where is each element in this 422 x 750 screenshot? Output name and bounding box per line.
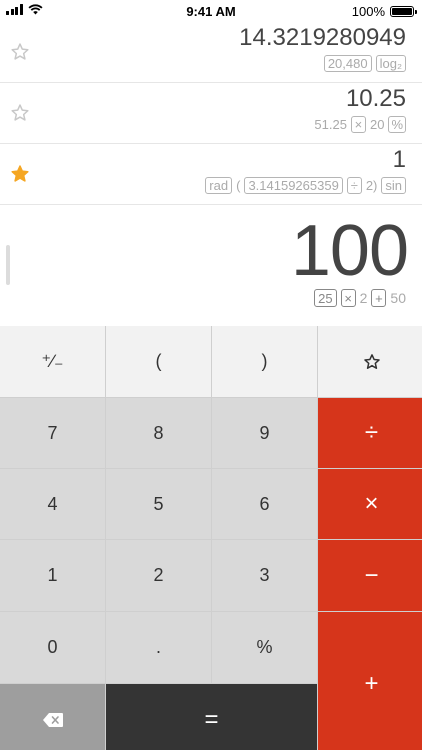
history-expression: 51.25 × 20% bbox=[314, 116, 406, 133]
expression-text: ( bbox=[236, 178, 241, 193]
expression-operator: ÷ bbox=[346, 177, 362, 194]
drag-handle[interactable] bbox=[6, 245, 10, 285]
expression-operator: × bbox=[340, 289, 356, 307]
equals-button[interactable]: = bbox=[106, 684, 317, 750]
current-value: 100 bbox=[290, 211, 409, 291]
battery-percent: 100% bbox=[351, 4, 385, 19]
minus-button[interactable]: − bbox=[318, 540, 422, 611]
current-expression: 25 × 2 +50 bbox=[314, 289, 406, 307]
expression-text: 51.25 bbox=[314, 117, 347, 132]
expression-text: 50 bbox=[390, 290, 406, 306]
close-paren-button[interactable]: ) bbox=[212, 326, 317, 397]
key-4[interactable]: 4 bbox=[0, 469, 105, 539]
expression-text: 2) bbox=[365, 178, 378, 193]
backspace-icon bbox=[42, 712, 63, 727]
decimal-button[interactable]: . bbox=[106, 612, 211, 683]
backspace-button[interactable] bbox=[0, 684, 105, 750]
history-result: 14.3219280949 bbox=[239, 24, 406, 51]
expression-operand: rad bbox=[205, 177, 233, 194]
star-filled-icon[interactable] bbox=[10, 164, 30, 184]
key-0[interactable]: 0 bbox=[0, 612, 105, 683]
divide-button[interactable]: ÷ bbox=[318, 398, 422, 468]
key-6[interactable]: 6 bbox=[212, 469, 317, 539]
history-expression: rad(3.14159265359 ÷ 2) sin bbox=[205, 177, 406, 194]
star-outline-icon[interactable] bbox=[10, 42, 30, 62]
battery-icon bbox=[390, 6, 417, 17]
history-result: 1 bbox=[392, 146, 406, 173]
expression-operator: % bbox=[388, 116, 406, 133]
star-outline-icon[interactable] bbox=[10, 103, 30, 123]
open-paren-button[interactable]: ( bbox=[106, 326, 211, 397]
expression-text: 2 bbox=[359, 290, 368, 306]
favorite-button[interactable] bbox=[318, 326, 422, 397]
history-expression: 20,480 log₂ bbox=[323, 55, 406, 72]
expression-operand: log₂ bbox=[375, 55, 406, 72]
key-3[interactable]: 3 bbox=[212, 540, 317, 611]
expression-text: 20 bbox=[369, 117, 385, 132]
multiply-button[interactable]: × bbox=[318, 469, 422, 539]
history-row[interactable]: 10.25 51.25 × 20% bbox=[0, 83, 422, 144]
expression-operand: 3.14159265359 bbox=[244, 177, 343, 194]
keypad: ⁺∕₋ ( ) 7 8 9 ÷ 4 5 6 × 1 2 3 − 0 . % + … bbox=[0, 326, 422, 750]
percent-button[interactable]: % bbox=[212, 612, 317, 683]
expression-operand: 25 bbox=[314, 289, 337, 307]
expression-operator: + bbox=[371, 289, 387, 307]
key-7[interactable]: 7 bbox=[0, 398, 105, 468]
negate-button[interactable]: ⁺∕₋ bbox=[0, 326, 105, 397]
history-row[interactable]: 14.3219280949 20,480 log₂ bbox=[0, 22, 422, 83]
current-display: 100 25 × 2 +50 bbox=[0, 205, 422, 325]
key-8[interactable]: 8 bbox=[106, 398, 211, 468]
status-bar: 9:41 AM 100% bbox=[0, 0, 422, 22]
key-5[interactable]: 5 bbox=[106, 469, 211, 539]
plus-button[interactable]: + bbox=[318, 612, 422, 750]
key-2[interactable]: 2 bbox=[106, 540, 211, 611]
expression-operator: × bbox=[350, 116, 366, 133]
key-9[interactable]: 9 bbox=[212, 398, 317, 468]
history-list: 14.3219280949 20,480 log₂ 10.25 51.25 × 20% 1 ra… bbox=[0, 22, 422, 205]
history-row[interactable]: 1 rad(3.14159265359 ÷ 2) sin bbox=[0, 144, 422, 205]
expression-operand: sin bbox=[381, 177, 406, 194]
key-1[interactable]: 1 bbox=[0, 540, 105, 611]
history-result: 10.25 bbox=[345, 85, 406, 112]
expression-operand: 20,480 bbox=[323, 55, 372, 72]
star-outline-icon bbox=[363, 353, 380, 369]
